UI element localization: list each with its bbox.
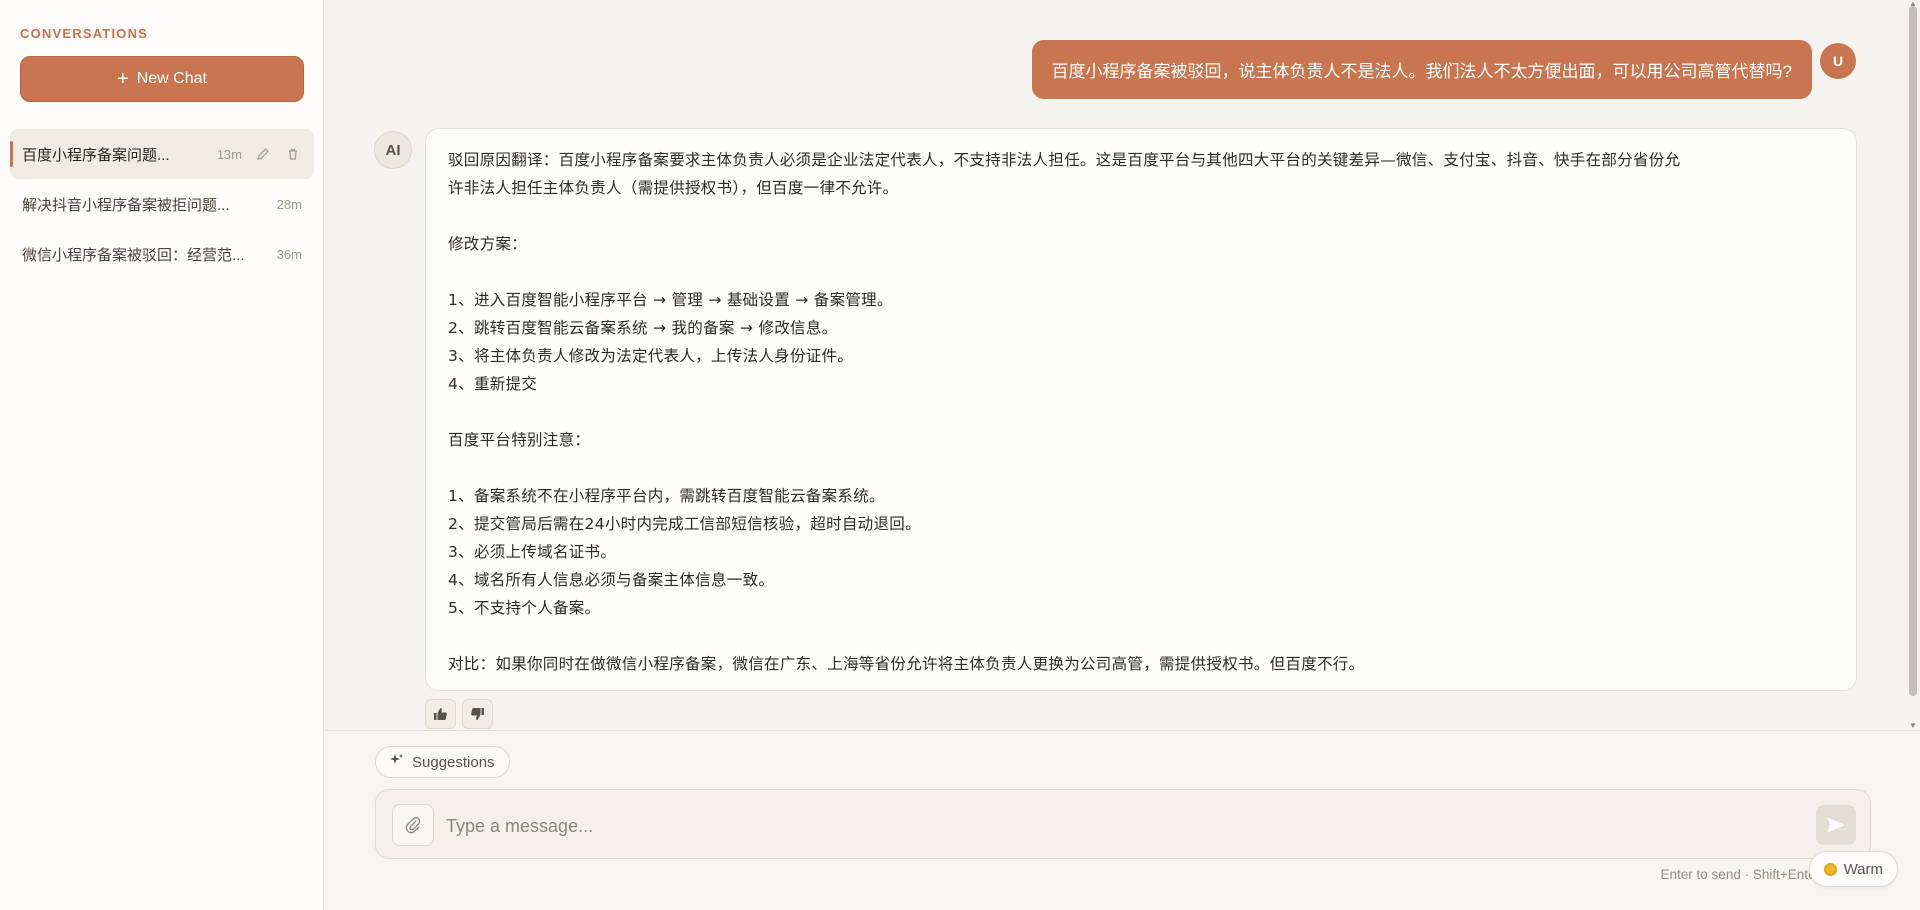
user-avatar: U [1820, 43, 1856, 79]
conversation-title: 解决抖音小程序备案被拒问题... [22, 196, 230, 214]
message-composer [375, 789, 1871, 859]
ai-line: 3、必须上传域名证书。 [448, 543, 617, 561]
trash-icon[interactable] [284, 145, 302, 163]
conversation-title: 微信小程序备案被驳回：经营范... [22, 246, 245, 264]
plus-icon: + [117, 68, 129, 90]
ai-line: 5、不支持个人备案。 [448, 599, 601, 617]
composer-area: Suggestions Enter to send · Shift+Enter … [325, 730, 1920, 910]
edit-icon[interactable] [254, 145, 272, 163]
new-chat-label: New Chat [136, 70, 207, 87]
ai-line: 3、将主体负责人修改为法定代表人，上传法人身份证件。 [448, 347, 854, 365]
conversation-item[interactable]: 解决抖音小程序备案被拒问题... 28m [10, 179, 314, 229]
ai-line: 许非法人担任主体负责人（需提供授权书），但百度一律不允许。 [448, 179, 899, 197]
ai-line: 4、重新提交 [448, 375, 538, 393]
conversation-list: 百度小程序备案问题... 13m 解决抖音小程序备案被拒问题... 28m 微信… [10, 129, 314, 279]
user-message: 百度小程序备案被驳回，说主体负责人不是法人。我们法人不太方便出面，可以用公司高管… [1031, 40, 1812, 99]
chat-area: 百度小程序备案被驳回，说主体负责人不是法人。我们法人不太方便出面，可以用公司高管… [325, 0, 1920, 730]
feedback-buttons [425, 699, 493, 729]
ai-avatar: AI [374, 131, 412, 169]
conversation-time: 28m [276, 196, 302, 212]
theme-label: Warm [1843, 860, 1883, 878]
ai-line: 百度平台特别注意： [448, 431, 591, 449]
suggestions-label: Suggestions [412, 753, 495, 771]
ai-message: 驳回原因翻译：百度小程序备案要求主体负责人必须是企业法定代表人，不支持非法人担任… [425, 128, 1857, 691]
thumbs-up-icon[interactable] [425, 699, 456, 729]
suggestions-button[interactable]: Suggestions [375, 746, 510, 778]
conversation-time: 13m [216, 146, 242, 162]
theme-toggle-button[interactable]: Warm [1808, 851, 1898, 887]
scroll-down-arrow[interactable]: ▼ [1909, 722, 1917, 730]
ai-line: 4、域名所有人信息必须与备案主体信息一致。 [448, 571, 775, 589]
main-panel: 百度小程序备案被驳回，说主体负责人不是法人。我们法人不太方便出面，可以用公司高管… [325, 0, 1920, 910]
ai-line: 2、提交管局后需在24小时内完成工信部短信核验，超时自动退回。 [448, 515, 921, 533]
sidebar-title: CONVERSATIONS [20, 26, 149, 41]
new-chat-button[interactable]: + New Chat [20, 56, 304, 102]
ai-line: 修改方案： [448, 235, 528, 253]
conversation-item[interactable]: 微信小程序备案被驳回：经营范... 36m [10, 229, 314, 279]
conversation-time: 36m [276, 246, 302, 262]
sidebar: CONVERSATIONS + New Chat 百度小程序备案问题... 13… [0, 0, 324, 910]
sparkle-icon [390, 753, 404, 771]
ai-line: 1、备案系统不在小程序平台内，需跳转百度智能云备案系统。 [448, 487, 885, 505]
conversation-item[interactable]: 百度小程序备案问题... 13m [10, 129, 314, 179]
paperclip-icon[interactable] [392, 804, 434, 846]
send-icon[interactable] [1816, 805, 1856, 845]
scroll-thumb[interactable] [1909, 6, 1917, 696]
sun-icon [1823, 862, 1837, 876]
ai-line: 1、进入百度智能小程序平台 → 管理 → 基础设置 → 备案管理。 [448, 291, 893, 309]
ai-line: 2、跳转百度智能云备案系统 → 我的备案 → 修改信息。 [448, 319, 838, 337]
send-hint: Enter to send · Shift+Enter [1660, 867, 1820, 882]
ai-line: 驳回原因翻译：百度小程序备案要求主体负责人必须是企业法定代表人，不支持非法人担任… [448, 151, 1681, 169]
thumbs-down-icon[interactable] [462, 699, 493, 729]
conversation-title: 百度小程序备案问题... [22, 146, 170, 164]
ai-line: 对比：如果你同时在做微信小程序备案，微信在广东、上海等省份允许将主体负责人更换为… [448, 655, 1365, 673]
chat-scrollbar[interactable]: ▲ ▼ [1906, 0, 1920, 730]
message-input[interactable] [446, 808, 1776, 844]
